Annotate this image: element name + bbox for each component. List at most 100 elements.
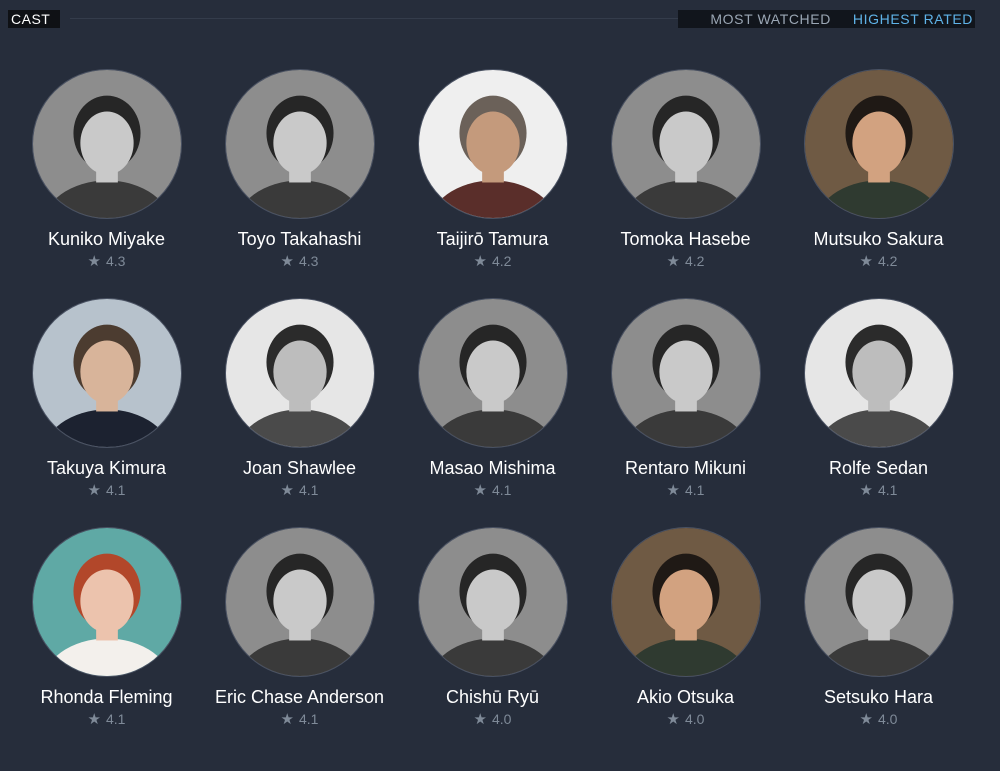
cast-photo[interactable] bbox=[224, 69, 375, 219]
cast-rating: ★ 4.1 bbox=[88, 711, 126, 727]
portrait-image bbox=[225, 528, 374, 676]
star-icon: ★ bbox=[280, 710, 294, 728]
cast-card[interactable]: Joan Shawlee ★ 4.1 bbox=[203, 293, 396, 522]
star-icon: ★ bbox=[280, 252, 294, 270]
rating-value: 4.1 bbox=[684, 482, 705, 498]
cast-card[interactable]: Taijirō Tamura ★ 4.2 bbox=[396, 64, 589, 293]
cast-photo[interactable] bbox=[610, 527, 761, 677]
cast-name[interactable]: Masao Mishima bbox=[408, 457, 578, 479]
star-icon: ★ bbox=[859, 481, 873, 499]
cast-name[interactable]: Rhonda Fleming bbox=[22, 686, 192, 708]
cast-photo[interactable] bbox=[803, 69, 954, 219]
star-icon: ★ bbox=[87, 710, 101, 728]
cast-card[interactable]: Rhonda Fleming ★ 4.1 bbox=[10, 522, 203, 751]
cast-section-title: CAST bbox=[8, 10, 61, 28]
cast-grid: Kuniko Miyake ★ 4.3 Toyo Takahashi ★ 4.3 Taiji… bbox=[10, 64, 975, 751]
portrait-image bbox=[32, 70, 181, 218]
star-icon: ★ bbox=[473, 481, 487, 499]
rating-value: 4.1 bbox=[105, 482, 126, 498]
portrait-image bbox=[611, 299, 760, 447]
rating-value: 4.2 bbox=[684, 253, 705, 269]
sort-tabs: MOST WATCHED HIGHEST RATED bbox=[678, 10, 975, 28]
portrait-image bbox=[804, 70, 953, 218]
cast-card[interactable]: Eric Chase Anderson ★ 4.1 bbox=[203, 522, 396, 751]
rating-value: 4.1 bbox=[298, 711, 319, 727]
rating-value: 4.1 bbox=[298, 482, 319, 498]
cast-name[interactable]: Kuniko Miyake bbox=[22, 228, 192, 250]
cast-name[interactable]: Rolfe Sedan bbox=[794, 457, 964, 479]
cast-name[interactable]: Akio Otsuka bbox=[601, 686, 771, 708]
portrait-image bbox=[804, 299, 953, 447]
rating-value: 4.1 bbox=[491, 482, 512, 498]
cast-name[interactable]: Rentaro Mikuni bbox=[601, 457, 771, 479]
portrait-image bbox=[418, 299, 567, 447]
cast-rating: ★ 4.1 bbox=[281, 482, 319, 498]
cast-name[interactable]: Mutsuko Sakura bbox=[794, 228, 964, 250]
cast-rating: ★ 4.0 bbox=[860, 711, 898, 727]
cast-photo[interactable] bbox=[610, 69, 761, 219]
cast-photo[interactable] bbox=[224, 298, 375, 448]
cast-card[interactable]: Takuya Kimura ★ 4.1 bbox=[10, 293, 203, 522]
cast-card[interactable]: Rolfe Sedan ★ 4.1 bbox=[782, 293, 975, 522]
portrait-image bbox=[418, 528, 567, 676]
star-icon: ★ bbox=[666, 710, 680, 728]
portrait-image bbox=[225, 70, 374, 218]
cast-card[interactable]: Rentaro Mikuni ★ 4.1 bbox=[589, 293, 782, 522]
star-icon: ★ bbox=[473, 252, 487, 270]
rating-value: 4.3 bbox=[298, 253, 319, 269]
rating-value: 4.0 bbox=[877, 711, 898, 727]
cast-card[interactable]: Masao Mishima ★ 4.1 bbox=[396, 293, 589, 522]
tab-highest-rated[interactable]: HIGHEST RATED bbox=[853, 11, 973, 27]
cast-card[interactable]: Setsuko Hara ★ 4.0 bbox=[782, 522, 975, 751]
tab-most-watched[interactable]: MOST WATCHED bbox=[710, 11, 831, 27]
portrait-image bbox=[804, 528, 953, 676]
cast-photo[interactable] bbox=[417, 527, 568, 677]
portrait-image bbox=[611, 528, 760, 676]
star-icon: ★ bbox=[859, 252, 873, 270]
cast-card[interactable]: Tomoka Hasebe ★ 4.2 bbox=[589, 64, 782, 293]
cast-rating: ★ 4.1 bbox=[474, 482, 512, 498]
cast-name[interactable]: Setsuko Hara bbox=[794, 686, 964, 708]
cast-name[interactable]: Eric Chase Anderson bbox=[215, 686, 385, 708]
cast-card[interactable]: Kuniko Miyake ★ 4.3 bbox=[10, 64, 203, 293]
cast-name[interactable]: Joan Shawlee bbox=[215, 457, 385, 479]
cast-rating: ★ 4.2 bbox=[860, 253, 898, 269]
cast-name[interactable]: Toyo Takahashi bbox=[215, 228, 385, 250]
cast-photo[interactable] bbox=[417, 69, 568, 219]
star-icon: ★ bbox=[87, 481, 101, 499]
star-icon: ★ bbox=[859, 710, 873, 728]
cast-card[interactable]: Chishū Ryū ★ 4.0 bbox=[396, 522, 589, 751]
rating-value: 4.2 bbox=[877, 253, 898, 269]
portrait-image bbox=[32, 528, 181, 676]
cast-name[interactable]: Chishū Ryū bbox=[408, 686, 578, 708]
cast-photo[interactable] bbox=[803, 298, 954, 448]
cast-name[interactable]: Takuya Kimura bbox=[22, 457, 192, 479]
rating-value: 4.0 bbox=[684, 711, 705, 727]
cast-header: CAST MOST WATCHED HIGHEST RATED bbox=[0, 0, 1000, 36]
cast-photo[interactable] bbox=[31, 69, 182, 219]
rating-value: 4.1 bbox=[105, 711, 126, 727]
rating-value: 4.0 bbox=[491, 711, 512, 727]
star-icon: ★ bbox=[666, 481, 680, 499]
cast-photo[interactable] bbox=[31, 298, 182, 448]
cast-photo[interactable] bbox=[31, 527, 182, 677]
star-icon: ★ bbox=[280, 481, 294, 499]
cast-photo[interactable] bbox=[803, 527, 954, 677]
cast-rating: ★ 4.1 bbox=[281, 711, 319, 727]
cast-rating: ★ 4.1 bbox=[860, 482, 898, 498]
star-icon: ★ bbox=[473, 710, 487, 728]
cast-photo[interactable] bbox=[417, 298, 568, 448]
cast-rating: ★ 4.0 bbox=[667, 711, 705, 727]
cast-photo[interactable] bbox=[610, 298, 761, 448]
cast-rating: ★ 4.1 bbox=[667, 482, 705, 498]
star-icon: ★ bbox=[87, 252, 101, 270]
cast-card[interactable]: Mutsuko Sakura ★ 4.2 bbox=[782, 64, 975, 293]
cast-rating: ★ 4.2 bbox=[474, 253, 512, 269]
cast-card[interactable]: Akio Otsuka ★ 4.0 bbox=[589, 522, 782, 751]
cast-name[interactable]: Taijirō Tamura bbox=[408, 228, 578, 250]
cast-name[interactable]: Tomoka Hasebe bbox=[601, 228, 771, 250]
cast-photo[interactable] bbox=[224, 527, 375, 677]
cast-rating: ★ 4.3 bbox=[88, 253, 126, 269]
cast-card[interactable]: Toyo Takahashi ★ 4.3 bbox=[203, 64, 396, 293]
cast-rating: ★ 4.0 bbox=[474, 711, 512, 727]
